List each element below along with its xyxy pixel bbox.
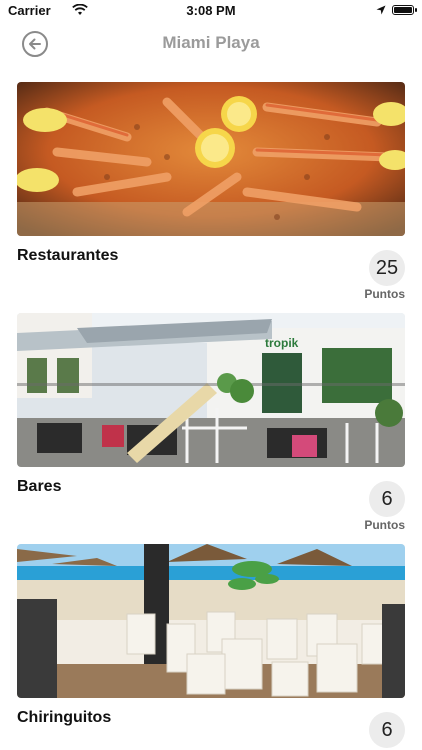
category-card-bares[interactable]: tropik Bares 6 Puntos — [17, 313, 405, 532]
category-card-restaurantes[interactable]: Restaurantes 25 Puntos — [17, 82, 405, 301]
category-card-chiringuitos[interactable]: Chiringuitos 6 — [17, 544, 405, 748]
points-unit-label: Puntos — [364, 518, 405, 532]
page-title: Miami Playa — [162, 33, 260, 52]
paella-photo[interactable] — [17, 82, 405, 236]
clock: 3:08 PM — [186, 3, 236, 18]
points-unit-label: Puntos — [364, 287, 405, 301]
status-bar: Carrier 3:08 PM — [0, 0, 422, 22]
points-count-badge: 6 — [369, 712, 405, 748]
points-count-badge: 6 — [369, 481, 405, 517]
category-label: Bares — [17, 478, 62, 495]
points-count-badge: 25 — [369, 250, 405, 286]
category-label: Chiringuitos — [17, 709, 112, 726]
location-arrow-icon — [376, 5, 386, 15]
bar-terrace-photo[interactable]: tropik — [17, 313, 405, 467]
battery-icon — [392, 5, 417, 15]
navigation-bar: Miami Playa — [0, 22, 422, 66]
category-label: Restaurantes — [17, 247, 119, 264]
beach-bar-photo[interactable] — [17, 544, 405, 698]
